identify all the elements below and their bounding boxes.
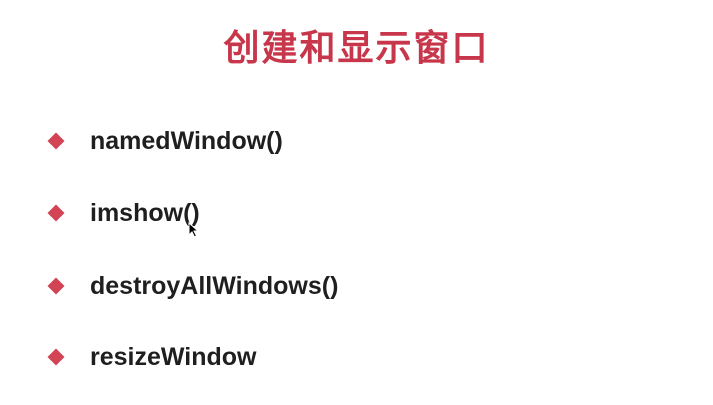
mouse-pointer-icon	[188, 222, 200, 238]
bullet-item: imshow()	[44, 196, 200, 230]
bullet-item: resizeWindow	[44, 340, 256, 374]
bullet-item: namedWindow()	[44, 124, 283, 158]
bullet-item: destroyAllWindows()	[44, 269, 338, 303]
diamond-icon	[47, 277, 65, 295]
bullet-list: namedWindow() imshow() destroyAllWindows…	[44, 0, 684, 405]
bullet-label: destroyAllWindows()	[90, 271, 339, 300]
diamond-icon	[47, 132, 65, 150]
bullet-label: namedWindow()	[90, 126, 283, 155]
diamond-icon	[47, 348, 65, 366]
diamond-icon	[47, 204, 65, 222]
slide-canvas: 创建和显示窗口 namedWindow() imshow() destroyAl…	[0, 0, 713, 405]
bullet-label: resizeWindow	[90, 342, 257, 371]
bullet-label: imshow()	[90, 198, 200, 227]
